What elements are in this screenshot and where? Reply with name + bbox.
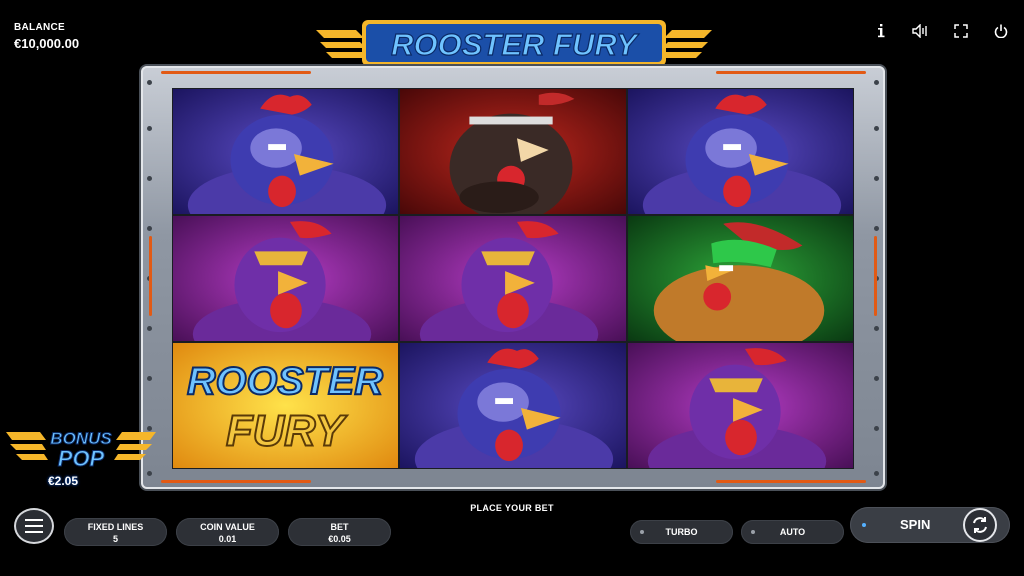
symbol-dark-rooster	[399, 88, 627, 215]
spin-button[interactable]: SPIN	[850, 507, 1010, 543]
game-logo: ROOSTER FURY	[316, 16, 712, 72]
auto-label: AUTO	[779, 527, 806, 537]
reel-grid: ROOSTER FURY	[172, 88, 854, 469]
coin-value-selector[interactable]: COIN VALUE 0.01	[176, 518, 279, 546]
symbol-blue-rooster	[172, 88, 399, 215]
symbol-blue-rooster	[399, 342, 627, 469]
spin-arrows-icon[interactable]	[963, 508, 997, 542]
fixed-lines-label: FIXED LINES	[87, 522, 144, 532]
symbol-green-rooster	[627, 215, 854, 342]
info-icon[interactable]	[872, 22, 890, 40]
menu-button[interactable]	[14, 508, 54, 544]
coin-value-label: COIN VALUE	[200, 522, 255, 532]
hamburger-icon	[25, 519, 43, 521]
bet-value: €0.05	[328, 534, 351, 544]
power-icon[interactable]	[992, 22, 1010, 40]
spin-label: SPIN	[900, 517, 931, 532]
turbo-indicator	[640, 530, 644, 534]
turbo-label: TURBO	[665, 527, 698, 537]
symbol-purple-rooster	[399, 215, 627, 342]
wild-line1: ROOSTER	[187, 359, 383, 403]
bet-label: BET	[330, 522, 349, 532]
balance-label: BALANCE	[14, 22, 65, 33]
balance-display: BALANCE €10,000.00	[14, 22, 79, 51]
fixed-lines-display: FIXED LINES 5	[64, 518, 167, 546]
top-toolbar	[872, 22, 1010, 40]
symbol-purple-rooster	[627, 342, 854, 469]
bonus-line2: POP	[58, 446, 105, 471]
wild-line2: FURY	[226, 407, 348, 455]
auto-indicator	[751, 530, 755, 534]
symbol-logo-wild: ROOSTER FURY	[172, 342, 399, 469]
coin-value-value: 0.01	[218, 534, 237, 544]
bonus-pop-amount: €2.05	[48, 474, 79, 488]
spin-indicator	[862, 523, 866, 527]
turbo-button[interactable]: TURBO	[630, 520, 733, 544]
sound-icon[interactable]	[912, 22, 930, 40]
bet-selector[interactable]: BET €0.05	[288, 518, 391, 546]
auto-button[interactable]: AUTO	[741, 520, 844, 544]
balance-value: €10,000.00	[14, 36, 80, 51]
symbol-purple-rooster	[172, 215, 399, 342]
symbol-blue-rooster	[627, 88, 854, 215]
logo-text: ROOSTER FURY	[391, 27, 640, 62]
fixed-lines-value: 5	[112, 534, 118, 544]
fullscreen-icon[interactable]	[952, 22, 970, 40]
bonus-pop-badge: BONUS POP	[6, 422, 156, 490]
